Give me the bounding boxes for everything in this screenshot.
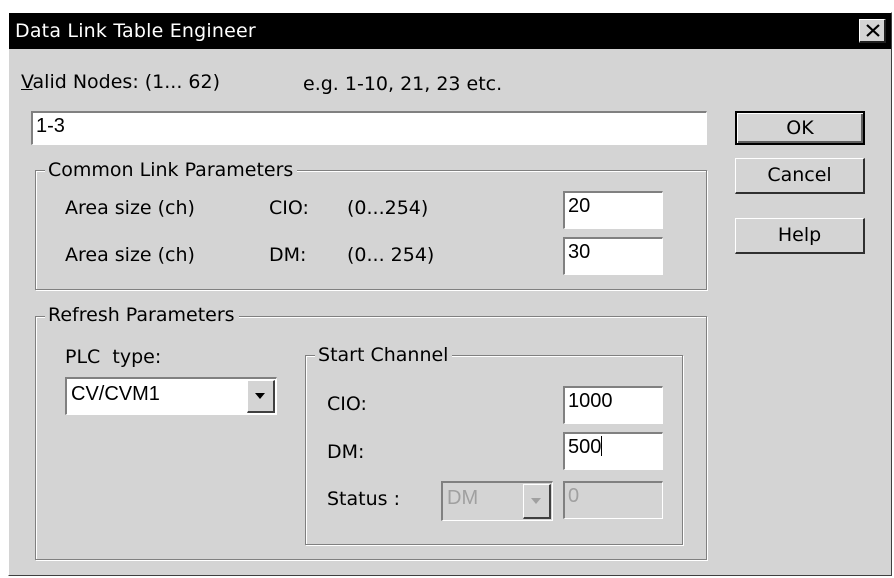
start-dm-value: 500 [568,436,602,458]
plc-type-dropdown-button[interactable] [247,380,275,413]
plc-type-label: PLC type: [65,346,162,368]
refresh-accel: R [48,304,61,326]
dialog-window: Data Link Table Engineer Valid Nodes: (1… [8,12,892,576]
dm-area-size-label: Area size (ch) [65,244,195,266]
start-channel-legend: Start Channel [315,344,453,366]
status-area-select[interactable]: DM [441,481,553,521]
valid-nodes-label-text: alid Nodes: (1... 62) [32,71,221,93]
status-area-value: DM [447,487,479,509]
plc-type-value: CV/CVM1 [71,383,160,405]
cio-range-label: (0...254) [347,197,429,219]
valid-nodes-input[interactable]: 1-3 [31,111,707,145]
cio-area-size-label: Area size (ch) [65,197,195,219]
status-area-dropdown-button[interactable] [523,484,551,519]
plc-type-select[interactable]: CV/CVM1 [65,377,277,415]
start-dm-label: DM: [327,441,365,463]
common-link-legend: Common Link Parameters [45,159,298,181]
start-cio-label: CIO: [327,393,367,415]
common-link-legend-text: ommon Link Parameters [61,159,294,181]
refresh-legend: Refresh Parameters [45,304,239,326]
close-icon [866,24,880,37]
dm-range-label: (0... 254) [347,244,435,266]
window-title: Data Link Table Engineer [15,20,256,42]
help-button[interactable]: Help [735,218,865,254]
help-label: elp [792,224,822,246]
chevron-down-icon [255,393,265,399]
dm-area-size-input[interactable]: 30 [563,237,663,275]
status-value-input[interactable]: 0 [563,481,663,519]
text-caret [601,436,603,456]
refresh-legend-text: efresh Parameters [60,304,235,326]
start-channel-accel: S [318,344,331,366]
title-bar[interactable]: Data Link Table Engineer [9,13,891,49]
cancel-button[interactable]: Cancel [735,158,865,194]
ok-button[interactable]: OK [735,111,865,145]
start-dm-input[interactable]: 500 [563,432,663,470]
start-channel-legend-text: tart Channel [330,344,449,366]
status-label: Status : [327,488,400,510]
help-accel: H [777,224,793,246]
cio-area-label: CIO: [269,197,309,219]
valid-nodes-hint: e.g. 1-10, 21, 23 etc. [303,73,503,95]
chevron-down-icon [531,498,541,504]
valid-nodes-label: Valid Nodes: (1... 62) [21,71,220,93]
close-button[interactable] [859,19,886,43]
valid-nodes-accel: V [21,71,33,93]
dm-area-label: DM: [269,244,307,266]
cio-area-size-input[interactable]: 20 [563,191,663,229]
start-cio-input[interactable]: 1000 [563,386,663,424]
common-link-accel: C [48,159,62,181]
